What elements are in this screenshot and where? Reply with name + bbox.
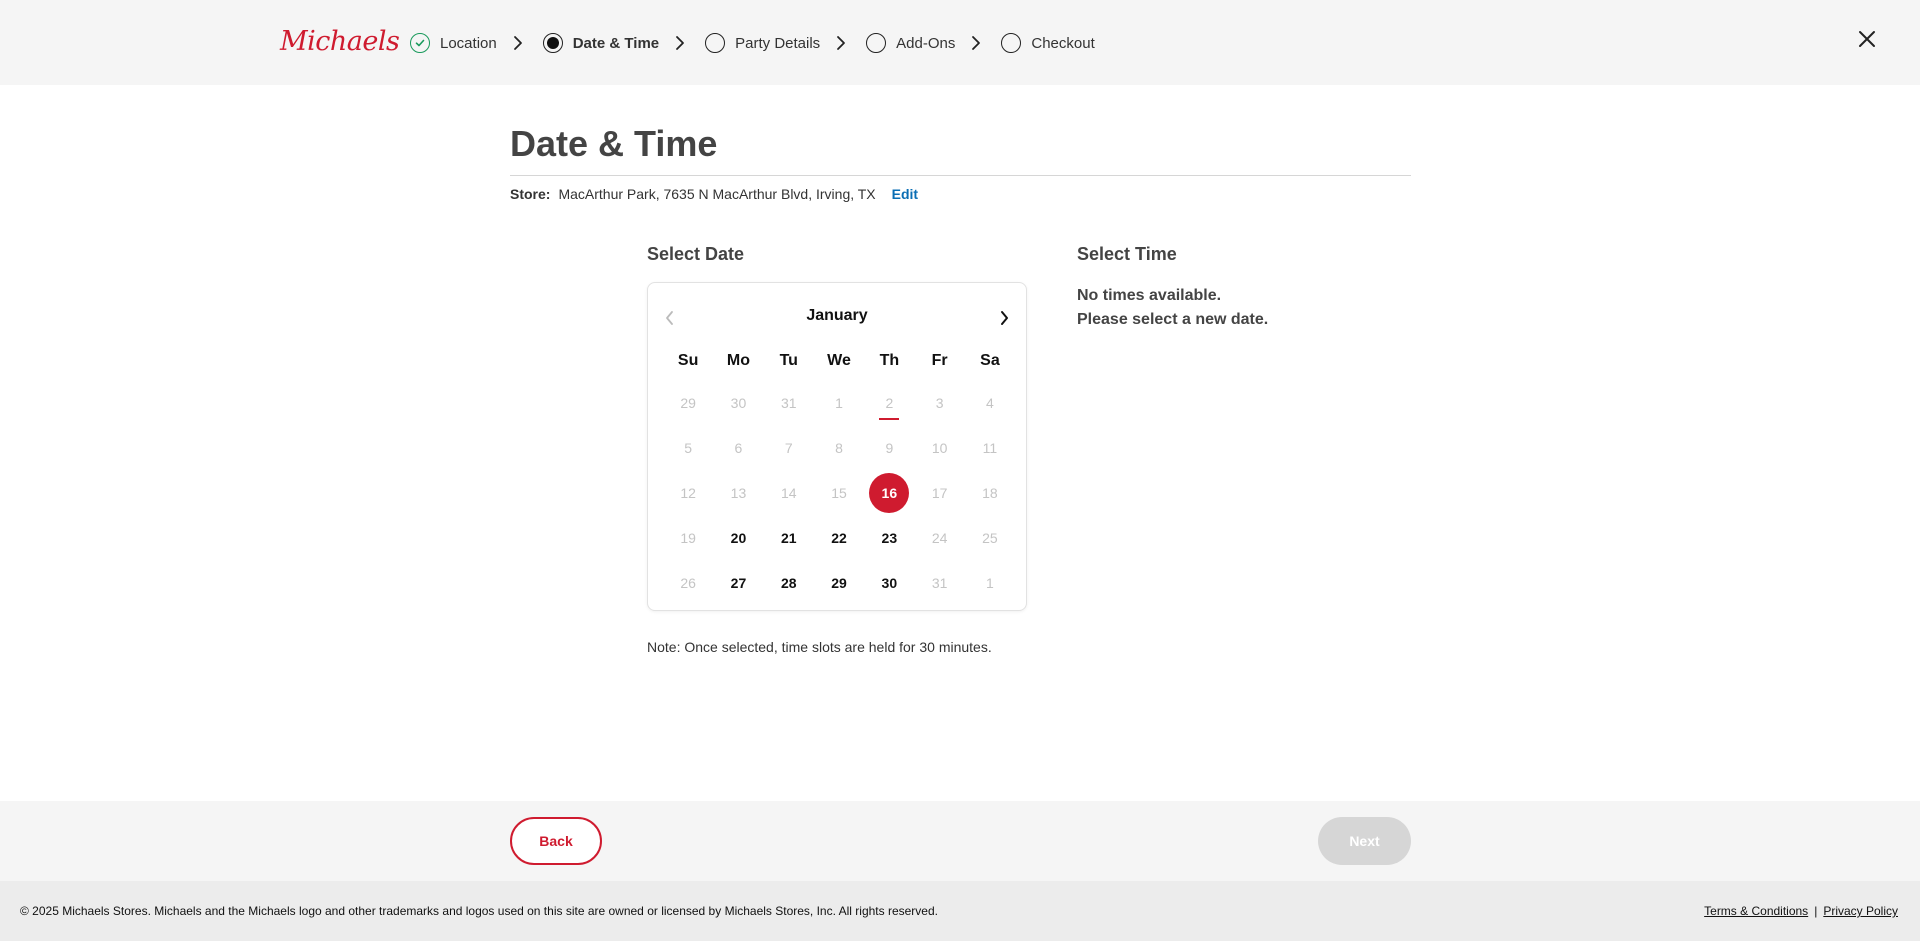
calendar-day: 31 <box>931 574 948 591</box>
calendar-day: 31 <box>780 394 797 411</box>
radio-empty-icon <box>1001 33 1022 53</box>
header: Michaels Location Date & Time Party Deta… <box>0 0 1920 85</box>
footer-links: Terms & Conditions | Privacy Policy <box>1704 904 1898 918</box>
no-times-line: No times available. <box>1077 287 1222 304</box>
calendar-day[interactable]: 23 <box>864 515 914 560</box>
chevron-right-icon <box>513 35 523 51</box>
calendar-day: 1 <box>835 394 843 411</box>
check-circle-icon <box>410 33 430 53</box>
select-time-title: Select Time <box>1077 244 1177 264</box>
progress-steps: Location Date & Time Party Details Add-O… <box>410 28 1095 58</box>
weekday-header: We <box>827 352 851 369</box>
radio-empty-icon <box>866 33 887 53</box>
calendar-day: 1 <box>986 574 994 591</box>
calendar-day[interactable]: 20 <box>713 515 763 560</box>
step-date-time[interactable]: Date & Time <box>542 33 660 53</box>
link-separator: | <box>1814 904 1818 918</box>
calendar-day: 10 <box>931 439 948 456</box>
privacy-link[interactable]: Privacy Policy <box>1823 904 1898 918</box>
step-label: Location <box>440 34 497 52</box>
calendar-day: 7 <box>784 439 793 456</box>
page-title: Date & Time <box>510 123 718 164</box>
step-checkout[interactable]: Checkout <box>1001 33 1095 53</box>
calendar-day: 5 <box>684 439 693 456</box>
weekday-header: Su <box>677 352 699 369</box>
step-label: Party Details <box>735 34 821 52</box>
select-new-date-line: Please select a new date. <box>1077 311 1269 328</box>
calendar-day: 26 <box>680 574 696 591</box>
no-times-message: No times available. Please select a new … <box>1077 284 1268 332</box>
calendar-day[interactable]: 30 <box>864 560 914 605</box>
calendar: January Su Mo Tu We Th Fr Sa 29 30 31 1 2 3 4 5 6 7 8 9 10 1… <box>647 282 1027 611</box>
radio-filled-icon <box>542 33 563 53</box>
step-party-details[interactable]: Party Details <box>705 33 820 53</box>
calendar-day[interactable]: 21 <box>764 515 814 560</box>
calendar-day: 9 <box>885 439 894 456</box>
calendar-day-selected[interactable]: 16 <box>864 470 914 515</box>
bottom-nav-bar <box>0 801 1920 881</box>
step-add-ons[interactable]: Add-Ons <box>866 33 955 53</box>
step-label: Checkout <box>1031 34 1095 52</box>
calendar-grid: Su Mo Tu We Th Fr Sa 29 30 31 1 2 3 4 5 6 7 8 9 10 11 12 13 14 1… <box>663 352 1015 605</box>
selected-day-number: 16 <box>869 472 910 513</box>
calendar-day[interactable]: 22 <box>814 515 864 560</box>
weekday-header: Sa <box>980 352 1000 369</box>
calendar-day: 12 <box>680 484 696 501</box>
weekday-header: Th <box>879 352 900 369</box>
calendar-day: 11 <box>982 439 998 456</box>
chevron-right-icon <box>971 35 981 51</box>
store-info: Store: MacArthur Park, 7635 N MacArthur … <box>510 186 918 202</box>
store-label: Store: <box>510 186 551 202</box>
chevron-right-icon <box>675 35 685 51</box>
store-address: MacArthur Park, 7635 N MacArthur Blvd, I… <box>558 186 876 202</box>
calendar-day: 13 <box>730 484 747 501</box>
calendar-day: 19 <box>680 529 696 546</box>
chevron-right-icon <box>836 35 846 51</box>
terms-link[interactable]: Terms & Conditions <box>1704 904 1808 918</box>
back-button[interactable]: Back <box>510 817 602 865</box>
step-location[interactable]: Location <box>410 33 497 53</box>
radio-empty-icon <box>705 33 726 53</box>
calendar-day[interactable]: 28 <box>764 560 814 605</box>
calendar-day: 8 <box>835 439 843 456</box>
step-label: Add-Ons <box>896 34 956 52</box>
chevron-right-icon[interactable] <box>994 308 1014 333</box>
calendar-day: 2 <box>864 380 914 425</box>
select-date-title: Select Date <box>647 244 745 264</box>
copyright-text: © 2025 Michaels Stores. Michaels and the… <box>20 904 938 918</box>
calendar-day: 15 <box>831 484 847 501</box>
calendar-day: 3 <box>935 394 944 411</box>
footer: © 2025 Michaels Stores. Michaels and the… <box>0 881 1920 941</box>
next-button[interactable]: Next <box>1318 817 1411 865</box>
weekday-header: Mo <box>726 352 750 369</box>
calendar-day: 6 <box>734 439 743 456</box>
calendar-day: 24 <box>931 529 948 546</box>
calendar-day[interactable]: 27 <box>713 560 763 605</box>
calendar-day: 18 <box>982 484 998 501</box>
close-icon[interactable] <box>1856 28 1878 50</box>
calendar-day: 30 <box>730 394 747 411</box>
calendar-month: January <box>806 307 868 324</box>
michaels-logo[interactable]: Michaels <box>280 26 400 57</box>
hold-note: Note: Once selected, time slots are held… <box>647 639 992 655</box>
calendar-day: 25 <box>982 529 998 546</box>
calendar-day: 29 <box>680 394 696 411</box>
calendar-day: 14 <box>780 484 797 501</box>
edit-store-link[interactable]: Edit <box>892 186 918 202</box>
calendar-day: 17 <box>931 484 948 501</box>
weekday-header: Fr <box>931 352 948 369</box>
divider <box>510 175 1411 176</box>
calendar-day: 4 <box>986 394 994 411</box>
weekday-header: Tu <box>779 352 798 369</box>
step-label: Date & Time <box>572 34 660 52</box>
calendar-day[interactable]: 29 <box>814 560 864 605</box>
